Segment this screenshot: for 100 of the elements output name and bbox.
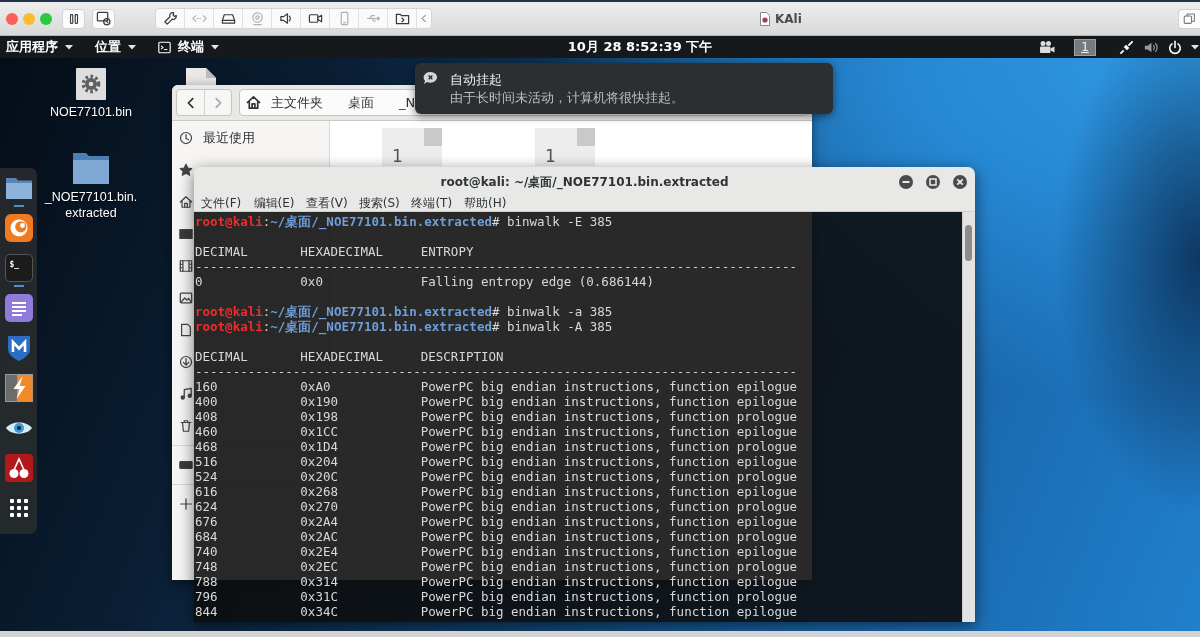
close-button[interactable] — [953, 175, 967, 189]
power-icon[interactable] — [1168, 39, 1182, 55]
download-icon[interactable] — [179, 355, 193, 369]
terminal-cell: 796 — [195, 589, 218, 604]
menu-button[interactable]: 终端 — [158, 36, 219, 58]
terminal-cell: 0x2E4 — [300, 544, 338, 559]
path-button[interactable]: 主文件夹 — [246, 93, 323, 112]
caret-icon — [211, 44, 219, 50]
prompt-line: root@kali:~/桌面/_NOE77101.bin.extracted# binwalk -a 385 — [195, 304, 614, 319]
column-header: HEXADECIMAL — [300, 349, 384, 364]
menu-item[interactable]: 编辑(E) — [253, 195, 307, 211]
workspace-button[interactable]: 1 — [1074, 38, 1096, 56]
message-icon — [423, 71, 438, 85]
caret-icon — [1191, 44, 1199, 50]
camcorder-icon[interactable] — [1039, 40, 1055, 54]
music-note-icon[interactable] — [179, 387, 193, 401]
snapshot-icon — [96, 11, 111, 26]
swirl-icon[interactable] — [4, 214, 33, 242]
terminal-cell: PowerPC big endian instructions, function epilogue — [420, 379, 798, 394]
terminal-cell: 0x190 — [300, 394, 338, 409]
terminal-cell: 0x2EC — [300, 559, 338, 574]
file-thumbnail[interactable]: 1 — [382, 128, 442, 166]
snapshot-button[interactable] — [92, 8, 115, 29]
menu-item[interactable]: 帮助(H) — [463, 195, 517, 211]
menu-item[interactable]: 终端(T) — [411, 195, 464, 211]
lightning-icon[interactable] — [4, 374, 33, 402]
terminal-cell: 0x268 — [300, 484, 338, 499]
minimize-button[interactable] — [899, 175, 913, 189]
terminal-cell: PowerPC big endian instructions, function prologue — [420, 529, 798, 544]
path-button[interactable]: 桌面 — [348, 93, 374, 112]
terminal-cell: PowerPC big endian instructions, function epilogue — [420, 424, 798, 439]
terminal-cell: PowerPC big endian instructions, function prologue — [420, 559, 798, 574]
terminal-cell: 788 — [195, 574, 218, 589]
file-thumbnail[interactable]: 1 — [535, 128, 595, 166]
terminal-cell: 740 — [195, 544, 218, 559]
column-header: DESCRIPTION — [420, 349, 504, 364]
file-icon[interactable] — [186, 68, 216, 86]
terminal-cell: 408 — [195, 409, 218, 424]
screen-icon[interactable] — [179, 227, 193, 241]
plug-icon[interactable] — [1119, 39, 1134, 55]
notification-title: 自动挂起 — [450, 71, 503, 89]
terminal-cell: 0x204 — [300, 454, 338, 469]
clock-icon — [179, 131, 193, 145]
menu-item[interactable]: 查看(V) — [306, 195, 359, 211]
menu-item[interactable]: 搜索(S) — [358, 195, 412, 211]
terminal-cell: PowerPC big endian instructions, function epilogue — [420, 514, 798, 529]
icon-label: NOE77101.bin — [50, 104, 132, 120]
terminal-cell: 684 — [195, 529, 218, 544]
terminal-cell: 844 — [195, 604, 218, 619]
window-title: root@kali: ~/桌面/_NOE77101.bin.extracted — [440, 173, 729, 191]
gear-file-icon[interactable] — [76, 68, 106, 100]
home-icon[interactable] — [179, 195, 193, 209]
document-icon[interactable] — [179, 323, 193, 337]
plus-icon[interactable] — [179, 497, 193, 511]
cherries-icon[interactable] — [4, 454, 33, 482]
prompt-line: root@kali:~/桌面/_NOE77101.bin.extracted# binwalk -E 385 — [195, 214, 614, 229]
menu-button[interactable]: 应用程序 — [6, 36, 73, 58]
terminal-cell: 616 — [195, 484, 218, 499]
column-header: ENTROPY — [420, 244, 474, 259]
sidebar-item[interactable]: 最近使用 — [172, 122, 255, 154]
terminal-cell: Falling entropy edge (0.686144) — [420, 274, 655, 289]
caret-icon — [128, 44, 136, 50]
terminal-cell: 748 — [195, 559, 218, 574]
path-button[interactable]: _N — [399, 95, 416, 110]
film-icon[interactable] — [179, 259, 193, 273]
terminal-cell: 0x2A4 — [300, 514, 338, 529]
column-header: DECIMAL — [195, 349, 248, 364]
maximize-button[interactable] — [926, 175, 940, 189]
terminal-cell: 524 — [195, 469, 218, 484]
terminal-cell: 0x20C — [300, 469, 338, 484]
maximize-icon — [926, 175, 940, 189]
window-title: KAli — [775, 11, 802, 26]
icon-label: _NOE77101.bin.extracted — [43, 189, 139, 221]
menu-item[interactable]: 文件(F) — [201, 195, 254, 211]
drive-icon[interactable] — [179, 458, 193, 472]
terminal-cell: PowerPC big endian instructions, function epilogue — [420, 484, 798, 499]
terminal-icon[interactable]: $_ — [4, 254, 33, 282]
picture-icon[interactable] — [179, 291, 193, 305]
terminal-cell: PowerPC big endian instructions, function prologue — [420, 469, 798, 484]
column-header: HEXADECIMAL — [300, 244, 384, 259]
terminal-cell: 0x198 — [300, 409, 338, 424]
folder-icon[interactable] — [72, 151, 110, 185]
notes-icon[interactable] — [4, 294, 33, 322]
scrollbar-thumb[interactable] — [965, 225, 972, 261]
prompt-line: root@kali:~/桌面/_NOE77101.bin.extracted# binwalk -A 385 — [195, 319, 614, 334]
dashed-rule: -------------------------------------------------------------------------------- — [195, 364, 798, 379]
terminal-cell: 0x1CC — [300, 424, 338, 439]
pause-button[interactable] — [62, 8, 85, 29]
terminal-cell: 676 — [195, 514, 218, 529]
terminal-cell: PowerPC big endian instructions, function prologue — [420, 439, 798, 454]
star-icon[interactable] — [179, 163, 193, 177]
restore-button[interactable] — [1178, 8, 1200, 29]
terminal-cell: 0x1D4 — [300, 439, 338, 454]
terminal-cell: 0xA0 — [300, 379, 331, 394]
trash-icon[interactable] — [179, 419, 193, 433]
date-time[interactable]: 10月 28 8:52:39 下午 — [567, 36, 713, 58]
caret-icon — [65, 44, 73, 50]
terminal-cell: 0x34C — [300, 604, 338, 619]
terminal-icon — [158, 40, 171, 54]
menu-button[interactable]: 位置 — [95, 36, 136, 58]
